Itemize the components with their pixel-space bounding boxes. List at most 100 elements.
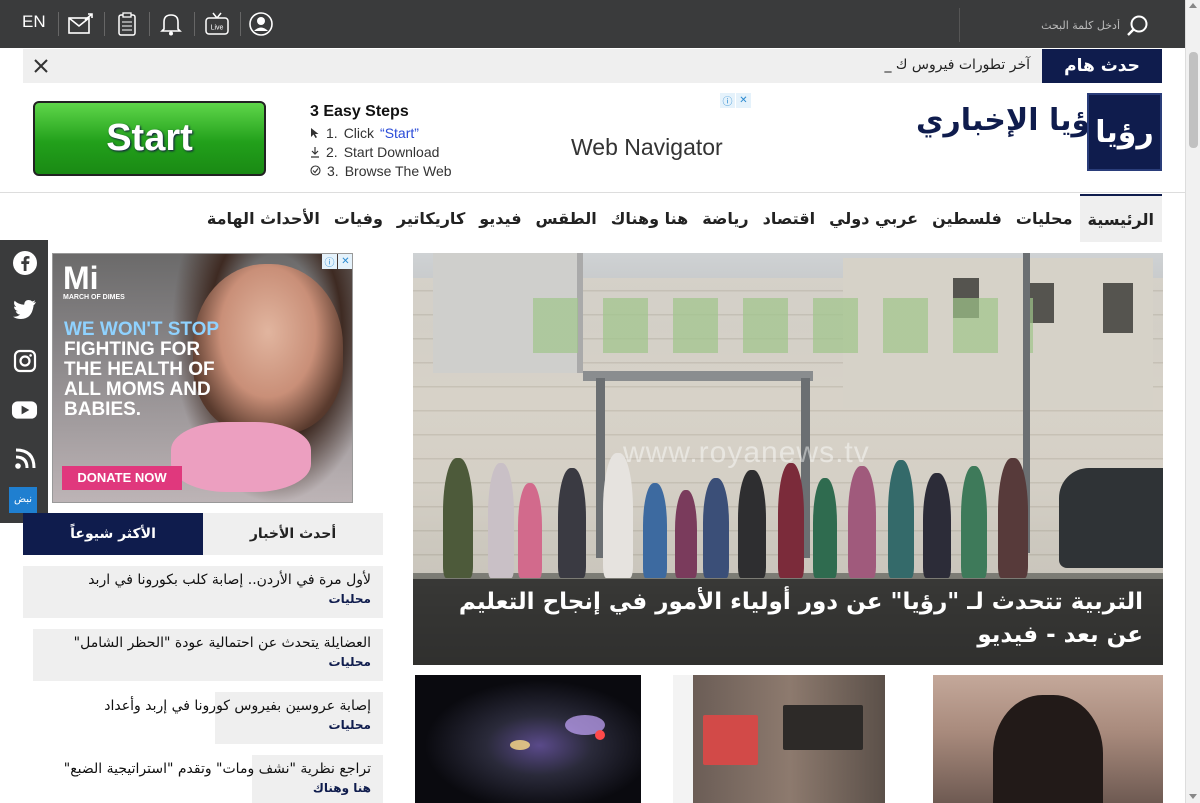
facebook-icon[interactable] xyxy=(11,249,38,276)
news-category[interactable]: محليات xyxy=(33,655,371,669)
featured-story[interactable]: www.royanews.tv التربية تتحدث لـ "رؤيا" … xyxy=(413,253,1163,665)
list-item[interactable]: إصابة عروسين بفيروس كورونا في إربد وأعدا… xyxy=(104,692,383,744)
check-circle-icon xyxy=(310,165,321,176)
adchoices-close-icon[interactable]: ✕ xyxy=(736,93,751,108)
nav-item-local[interactable]: محليات xyxy=(1009,194,1080,242)
hero-photo-person xyxy=(848,466,876,578)
rss-icon[interactable] xyxy=(11,445,38,472)
language-switch[interactable]: EN xyxy=(22,12,46,32)
hero-photo-person xyxy=(888,460,914,578)
search-icon[interactable] xyxy=(1124,12,1152,40)
adchoices-info-icon[interactable]: ⓘ xyxy=(720,93,735,108)
user-icon[interactable] xyxy=(247,10,275,38)
search-input[interactable] xyxy=(970,14,1120,36)
hero-photo-person xyxy=(923,473,951,578)
nav-item-obituaries[interactable]: وفيات xyxy=(327,194,390,242)
tab-most-popular[interactable]: الأكثر شيوعاً xyxy=(23,513,203,555)
instagram-icon[interactable] xyxy=(11,347,38,374)
thumbnail-light xyxy=(510,740,530,750)
nav-item-palestine[interactable]: فلسطين xyxy=(925,194,1009,242)
nav-item-video[interactable]: فيديو xyxy=(472,194,528,242)
scroll-down-arrow-icon[interactable] xyxy=(1189,794,1197,799)
divider xyxy=(240,12,241,36)
divider xyxy=(149,12,150,36)
story-thumbnail[interactable] xyxy=(673,675,885,803)
cursor-icon xyxy=(311,127,319,138)
bell-icon[interactable] xyxy=(157,10,185,38)
news-title[interactable]: لأول مرة في الأردن.. إصابة كلب بكورونا ف… xyxy=(23,572,371,588)
ad-logo-mark: Mi xyxy=(63,260,99,296)
adchoices-close-icon[interactable]: ✕ xyxy=(338,254,352,269)
nav-item-caricature[interactable]: كاريكاتير xyxy=(390,194,472,242)
news-title[interactable]: تراجع نظرية "نشف ومات" وتقدم "استراتيجية… xyxy=(64,761,371,777)
adchoices-info-icon[interactable]: ⓘ xyxy=(322,254,337,269)
twitter-icon[interactable] xyxy=(11,296,38,323)
header-divider xyxy=(0,192,1185,193)
news-title[interactable]: إصابة عروسين بفيروس كورونا في إربد وأعدا… xyxy=(104,698,371,714)
hero-photo-person xyxy=(703,478,729,578)
logo-mark: رؤيا xyxy=(1095,114,1154,150)
step-number: 2. xyxy=(326,143,338,160)
nav-item-here-and-there[interactable]: هنا وهناك xyxy=(604,194,695,242)
thumbnail-storefront xyxy=(703,715,758,765)
scrollbar[interactable] xyxy=(1185,0,1200,803)
mail-icon[interactable] xyxy=(67,10,95,38)
divider xyxy=(104,12,105,36)
tab-latest-news[interactable]: أحدث الأخبار xyxy=(203,513,383,555)
scroll-up-arrow-icon[interactable] xyxy=(1189,3,1197,8)
site-logo[interactable]: رؤيا xyxy=(1087,93,1162,171)
nav-item-home[interactable]: الرئيسية xyxy=(1079,194,1162,242)
live-tv-icon[interactable]: Live xyxy=(203,10,231,38)
donate-now-button[interactable]: DONATE NOW xyxy=(62,466,182,490)
nav-item-economy[interactable]: اقتصاد xyxy=(756,194,822,242)
live-badge: Live xyxy=(211,25,224,32)
news-category[interactable]: محليات xyxy=(215,718,371,732)
news-title[interactable]: العضايلة يتحدث عن احتمالية عودة "الحظر ا… xyxy=(33,635,371,651)
thumbnail-silhouette xyxy=(993,695,1103,803)
step-text: Browse The Web xyxy=(344,162,452,179)
featured-story-title[interactable]: التربية تتحدث لـ "رؤيا" عن دور أولياء ال… xyxy=(413,579,1163,665)
nabd-button[interactable]: نبض xyxy=(9,487,37,513)
divider xyxy=(58,12,59,36)
page: EN Live أدخل كلمة البحث آخر تطورات فيروس… xyxy=(0,0,1200,803)
ad-step-2: 2. Start Download xyxy=(310,142,452,161)
list-item[interactable]: العضايلة يتحدث عن احتمالية عودة "الحظر ا… xyxy=(33,629,383,681)
hero-photo-person xyxy=(643,483,667,578)
nav-item-sports[interactable]: رياضة xyxy=(695,194,755,242)
news-category[interactable]: محليات xyxy=(23,592,371,606)
story-thumbnail[interactable] xyxy=(933,675,1163,803)
nav-item-world[interactable]: عربي دولي xyxy=(822,194,925,242)
side-ad[interactable]: Mi MARCH OF DIMES WE WON'T STOP FIGHTING… xyxy=(52,253,353,503)
ad-step-1: 1. Click “Start” xyxy=(310,123,452,142)
divider xyxy=(194,12,195,36)
nav-item-major-events[interactable]: الأحداث الهامة xyxy=(200,194,327,242)
ad-headline-line: BABIES. xyxy=(64,399,142,420)
hero-photo-window xyxy=(1103,283,1133,333)
site-logo-text[interactable]: رؤيا الإخباري xyxy=(916,103,1107,138)
close-icon[interactable] xyxy=(31,56,51,76)
ad-start-button[interactable]: Start xyxy=(33,101,266,176)
clipboard-icon[interactable] xyxy=(113,10,141,38)
nav-item-weather[interactable]: الطقس xyxy=(529,194,604,242)
adchoices[interactable]: ⓘ ✕ xyxy=(322,254,352,270)
adchoices[interactable]: ⓘ ✕ xyxy=(720,93,752,108)
list-item[interactable]: لأول مرة في الأردن.. إصابة كلب بكورونا ف… xyxy=(23,566,383,618)
story-thumbnail[interactable] xyxy=(415,675,641,803)
hero-photo-person xyxy=(675,490,697,578)
list-item[interactable]: تراجع نظرية "نشف ومات" وتقدم "استراتيجية… xyxy=(64,755,383,803)
hero-photo-person xyxy=(603,453,633,578)
ad-product-name[interactable]: Web Navigator xyxy=(571,134,723,161)
scrollbar-thumb[interactable] xyxy=(1189,52,1198,148)
hero-photo-person xyxy=(778,463,804,578)
news-tabs: الأكثر شيوعاً أحدث الأخبار xyxy=(23,513,383,555)
youtube-icon[interactable] xyxy=(11,396,38,423)
news-category[interactable]: هنا وهناك xyxy=(252,781,371,795)
hero-photo-person xyxy=(738,470,766,578)
step-number: 1. xyxy=(326,124,338,141)
hero-photo-person xyxy=(518,483,542,578)
step-link[interactable]: “Start” xyxy=(380,125,419,141)
hero-photo-person xyxy=(961,466,987,578)
breaking-news-text[interactable]: آخر تطورات فيروس ك _ xyxy=(884,57,1030,73)
ad-step-3: 3. Browse The Web xyxy=(310,161,452,180)
ad-photo-baby xyxy=(171,422,311,492)
